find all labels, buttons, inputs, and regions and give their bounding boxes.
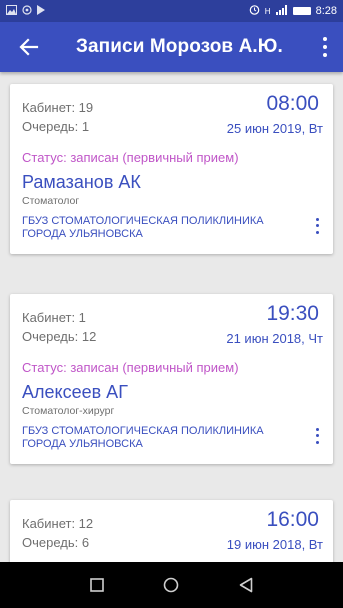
card-more-icon[interactable] — [311, 216, 323, 236]
alarm-icon — [249, 4, 260, 18]
clinic-name: ГБУЗ СТОМАТОЛОГИЧЕСКАЯ ПОЛИКЛИНИКА ГОРОД… — [22, 215, 264, 240]
more-vert-icon[interactable] — [317, 35, 333, 59]
network-type-label: H — [264, 6, 271, 16]
appointment-card[interactable]: Кабинет: 1 Очередь: 12 19:30 21 июн 2018… — [10, 294, 333, 464]
battery-icon — [292, 7, 311, 15]
home-icon[interactable] — [156, 570, 186, 600]
back-icon[interactable] — [231, 570, 261, 600]
card-more-icon[interactable] — [311, 426, 323, 446]
recent-apps-icon[interactable] — [82, 570, 112, 600]
appointment-list[interactable]: Кабинет: 19 Очередь: 1 08:00 25 июн 2019… — [0, 72, 343, 562]
sync-icon — [22, 4, 32, 18]
arrow-back-icon[interactable] — [16, 32, 42, 62]
status-left-icons — [6, 4, 45, 18]
system-nav-bar — [0, 562, 343, 608]
appointment-card[interactable]: Кабинет: 12 Очередь: 6 16:00 19 июн 2018… — [10, 500, 333, 562]
cabinet-label: Кабинет: 1 — [22, 310, 86, 325]
cabinet-label: Кабинет: 19 — [22, 100, 94, 115]
signal-icon — [275, 4, 288, 18]
play-icon — [37, 4, 45, 18]
status-label: Статус: записан (первичный прием) — [22, 150, 239, 165]
appointment-date: 25 июн 2019, Вт — [226, 121, 323, 136]
queue-label: Очередь: 12 — [22, 329, 97, 344]
doctor-specialty: Стоматолог — [22, 195, 80, 207]
doctor-name[interactable]: Рамазанов АК — [22, 172, 141, 193]
appointment-date: 21 июн 2018, Чт — [226, 331, 323, 346]
status-bar: H 8:28 — [0, 0, 343, 22]
gallery-icon — [6, 4, 17, 18]
page-title: Записи Морозов А.Ю. — [76, 36, 283, 57]
appointment-card[interactable]: Кабинет: 19 Очередь: 1 08:00 25 июн 2019… — [10, 84, 333, 254]
clinic-name: ГБУЗ СТОМАТОЛОГИЧЕСКАЯ ПОЛИКЛИНИКА ГОРОД… — [22, 425, 264, 450]
appointment-time: 08:00 — [266, 92, 319, 115]
app-bar: Записи Морозов А.Ю. — [0, 22, 343, 72]
appointment-date: 19 июн 2018, Вт — [226, 537, 323, 552]
doctor-specialty: Стоматолог-хирург — [22, 405, 115, 417]
status-label: Статус: записан (первичный прием) — [22, 360, 239, 375]
appointment-time: 16:00 — [266, 508, 319, 531]
status-time: 8:28 — [315, 5, 337, 17]
queue-label: Очередь: 6 — [22, 535, 90, 550]
queue-label: Очередь: 1 — [22, 119, 90, 134]
status-right-icons: H 8:28 — [249, 4, 337, 18]
doctor-name[interactable]: Алексеев АГ — [22, 382, 128, 403]
cabinet-label: Кабинет: 12 — [22, 516, 94, 531]
appointment-time: 19:30 — [266, 302, 319, 325]
